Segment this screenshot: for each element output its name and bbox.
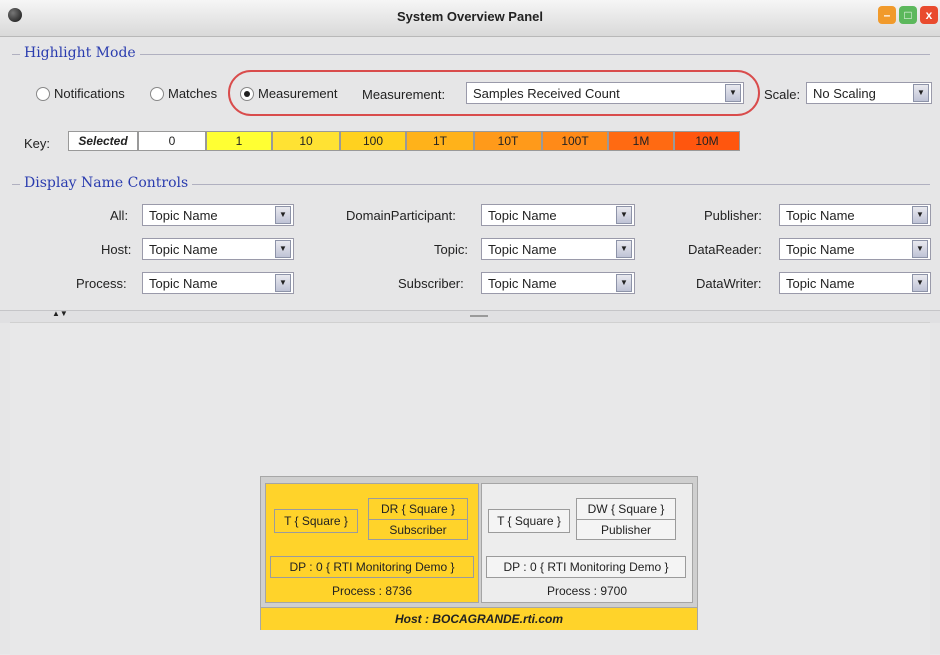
subscriber-select[interactable]: Topic Name ▼ xyxy=(481,272,635,294)
annotation-oval xyxy=(228,70,760,116)
title-bar[interactable]: System Overview Panel – □ x xyxy=(0,0,940,37)
select-value: Topic Name xyxy=(488,241,557,257)
chevron-down-icon[interactable]: ▼ xyxy=(616,240,632,258)
domainparticipant-select[interactable]: Topic Name ▼ xyxy=(481,204,635,226)
process-box[interactable]: T { Square } DW { Square } Publisher DP … xyxy=(481,483,693,603)
chevron-down-icon[interactable]: ▼ xyxy=(275,240,291,258)
key-cell: 1 xyxy=(206,131,272,151)
label-host: Host: xyxy=(101,242,132,257)
chevron-down-icon[interactable]: ▼ xyxy=(275,274,291,292)
topic-node[interactable]: T { Square } xyxy=(274,509,358,533)
select-value: Topic Name xyxy=(149,275,218,291)
topic-node[interactable]: T { Square } xyxy=(488,509,570,533)
label-all: All: xyxy=(110,208,129,223)
scale-value: No Scaling xyxy=(813,85,876,101)
chevron-down-icon[interactable]: ▼ xyxy=(275,206,291,224)
radio-notifications[interactable]: Notifications xyxy=(36,86,125,101)
window-title: System Overview Panel xyxy=(397,9,543,24)
scale-label: Scale: xyxy=(764,87,801,102)
label-topic: Topic: xyxy=(434,242,468,257)
key-legend: Selected 0 1 10 100 1T 10T 100T 1M 10M xyxy=(68,131,740,151)
radio-matches[interactable]: Matches xyxy=(150,86,217,101)
select-value: Topic Name xyxy=(488,275,557,291)
label-process: Process: xyxy=(76,276,127,291)
close-button[interactable]: x xyxy=(920,6,938,24)
collapse-arrows-icon[interactable]: ▲▼ xyxy=(52,309,68,318)
label-datawriter: DataWriter: xyxy=(696,276,762,291)
label-publisher: Publisher: xyxy=(704,208,762,223)
key-cell: 10T xyxy=(474,131,542,151)
host-box[interactable]: T { Square } DR { Square } Subscriber DP… xyxy=(260,476,698,630)
radio-label: Matches xyxy=(168,86,218,101)
maximize-button[interactable]: □ xyxy=(899,6,917,24)
drag-handle-icon[interactable] xyxy=(470,315,488,317)
key-cell: 10M xyxy=(674,131,740,151)
datareader-select[interactable]: Topic Name ▼ xyxy=(779,238,931,260)
topic-select[interactable]: Topic Name ▼ xyxy=(481,238,635,260)
radio-button-icon[interactable] xyxy=(150,86,164,101)
highlight-mode-title: Highlight Mode xyxy=(20,45,140,61)
select-value: Topic Name xyxy=(149,241,218,257)
label-domainparticipant: DomainParticipant: xyxy=(346,208,456,223)
radio-button-icon[interactable] xyxy=(36,86,50,101)
key-cell: 1M xyxy=(608,131,674,151)
select-value: Topic Name xyxy=(149,207,218,223)
host-label: Host : BOCAGRANDE.rti.com xyxy=(261,607,697,630)
select-value: Topic Name xyxy=(786,207,855,223)
label-subscriber: Subscriber: xyxy=(398,276,464,291)
datawriter-node[interactable]: DW { Square } xyxy=(577,499,675,520)
subscriber-node[interactable]: DR { Square } Subscriber xyxy=(368,498,468,540)
label-datareader: DataReader: xyxy=(688,242,762,257)
key-cell: 100T xyxy=(542,131,608,151)
datareader-node[interactable]: DR { Square } xyxy=(369,499,467,520)
process-label: Process : 9700 xyxy=(546,584,628,598)
chevron-down-icon[interactable]: ▼ xyxy=(616,206,632,224)
select-value: Topic Name xyxy=(786,275,855,291)
chevron-down-icon[interactable]: ▼ xyxy=(912,240,928,258)
minimize-button[interactable]: – xyxy=(878,6,896,24)
key-cell-selected: Selected xyxy=(68,131,138,151)
datawriter-select[interactable]: Topic Name ▼ xyxy=(779,272,931,294)
key-cell: 1T xyxy=(406,131,474,151)
scale-select[interactable]: No Scaling ▼ xyxy=(806,82,932,104)
key-cell: 0 xyxy=(138,131,206,151)
key-label: Key: xyxy=(24,136,51,151)
radio-label: Notifications xyxy=(54,86,125,101)
chevron-down-icon[interactable]: ▼ xyxy=(616,274,632,292)
publisher-label: Publisher xyxy=(600,523,652,537)
subscriber-label: Subscriber xyxy=(389,523,447,537)
display-name-controls-title: Display Name Controls xyxy=(20,175,193,191)
publisher-select[interactable]: Topic Name ▼ xyxy=(779,204,931,226)
all-select[interactable]: Topic Name ▼ xyxy=(142,204,294,226)
participant-node[interactable]: DP : 0 { RTI Monitoring Demo } xyxy=(270,556,474,578)
host-select[interactable]: Topic Name ▼ xyxy=(142,238,294,260)
process-select[interactable]: Topic Name ▼ xyxy=(142,272,294,294)
system-overview-window: System Overview Panel – □ x Highlight Mo… xyxy=(0,0,940,655)
key-cell: 10 xyxy=(272,131,340,151)
process-box[interactable]: T { Square } DR { Square } Subscriber DP… xyxy=(265,483,479,603)
select-value: Topic Name xyxy=(488,207,557,223)
participant-node[interactable]: DP : 0 { RTI Monitoring Demo } xyxy=(486,556,686,578)
select-value: Topic Name xyxy=(786,241,855,257)
chevron-down-icon[interactable]: ▼ xyxy=(912,274,928,292)
process-label: Process : 8736 xyxy=(331,584,413,598)
publisher-node[interactable]: DW { Square } Publisher xyxy=(576,498,676,540)
key-cell: 100 xyxy=(340,131,406,151)
chevron-down-icon[interactable]: ▼ xyxy=(912,206,928,224)
chevron-down-icon[interactable]: ▼ xyxy=(913,84,929,102)
